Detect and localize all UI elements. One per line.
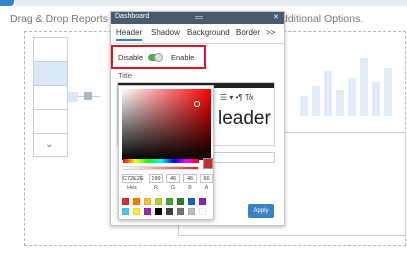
enable-label: Enable xyxy=(171,53,195,62)
color-swatch[interactable] xyxy=(199,198,206,205)
g-label: G xyxy=(170,185,176,191)
tab-more[interactable]: >> xyxy=(266,28,275,37)
color-swatch[interactable] xyxy=(144,208,151,215)
dialog-title-bar[interactable]: Dashboard ✕ xyxy=(111,12,284,24)
placeholder-strip xyxy=(68,92,78,102)
top-bar xyxy=(0,0,407,6)
placeholder-bar xyxy=(336,90,344,116)
alpha-input[interactable]: 66 xyxy=(200,174,213,183)
color-swatch[interactable] xyxy=(166,208,173,215)
editor-content[interactable]: leader xyxy=(218,108,271,130)
color-cursor[interactable] xyxy=(194,101,200,107)
chevron-down-icon[interactable]: ⌄ xyxy=(45,139,53,150)
color-swatch[interactable] xyxy=(133,198,140,205)
color-swatch[interactable] xyxy=(155,208,162,215)
tab-shadow[interactable]: Shadow xyxy=(151,28,180,37)
placeholder-bar xyxy=(372,82,380,116)
tab-background[interactable]: Background xyxy=(187,28,230,37)
placeholder-bar xyxy=(300,96,308,116)
editor-toolbar[interactable]: ☰ ▾ •¶ T̸x xyxy=(220,93,254,102)
color-preview xyxy=(203,158,213,169)
placeholder-bar xyxy=(312,86,320,116)
color-swatch[interactable] xyxy=(199,208,206,215)
placeholder-cell xyxy=(34,110,67,134)
placeholder-bar xyxy=(360,58,368,116)
color-swatch[interactable] xyxy=(122,198,129,205)
green-input[interactable]: 46 xyxy=(166,174,180,183)
color-swatch[interactable] xyxy=(122,208,129,215)
apply-button[interactable]: Apply xyxy=(248,204,274,218)
dialog-tabs: Header Shadow Background Border >> xyxy=(111,25,284,44)
blue-input[interactable]: 46 xyxy=(183,174,197,183)
drag-handle[interactable] xyxy=(84,92,92,100)
color-swatch[interactable] xyxy=(133,208,140,215)
color-swatch[interactable] xyxy=(188,198,195,205)
color-swatch[interactable] xyxy=(177,198,184,205)
a-label: A xyxy=(204,185,209,191)
color-swatch[interactable] xyxy=(155,198,162,205)
hex-label: Hex xyxy=(127,185,137,191)
close-icon[interactable]: ✕ xyxy=(273,13,279,21)
drag-grip-icon[interactable] xyxy=(195,16,203,17)
color-swatch[interactable] xyxy=(177,208,184,215)
color-swatch[interactable] xyxy=(144,198,151,205)
disable-label: Disable xyxy=(118,53,144,62)
color-picker: C72E2E 199 46 46 66 Hex R G B A xyxy=(118,85,214,220)
placeholder-bar xyxy=(348,78,356,116)
placeholder-cell xyxy=(34,38,67,62)
b-label: B xyxy=(188,185,192,191)
tab-header[interactable]: Header xyxy=(116,28,143,41)
saturation-value-area[interactable] xyxy=(122,89,211,160)
tab-border[interactable]: Border xyxy=(236,28,260,37)
color-swatch[interactable] xyxy=(188,208,195,215)
color-inputs: C72E2E 199 46 46 66 Hex R G B A xyxy=(122,174,213,194)
placeholder-cell xyxy=(34,62,67,86)
color-swatch[interactable] xyxy=(166,198,173,205)
placeholder-bar xyxy=(384,68,392,116)
title-label: Title xyxy=(118,71,132,80)
red-input[interactable]: 199 xyxy=(149,174,163,183)
placeholder-cell xyxy=(34,86,67,110)
hue-slider[interactable] xyxy=(123,159,199,163)
enable-toggle[interactable] xyxy=(148,53,163,62)
hex-input[interactable]: C72E2E xyxy=(122,174,144,183)
alpha-slider[interactable] xyxy=(123,166,199,170)
placeholder-bar xyxy=(324,71,332,116)
drag-drop-hint-continued: dditional Options. xyxy=(282,13,364,25)
r-label: R xyxy=(154,185,158,191)
active-tab-marker[interactable] xyxy=(0,0,14,6)
dialog-title: Dashboard xyxy=(115,13,150,20)
placeholder-bar-chart xyxy=(296,54,406,116)
